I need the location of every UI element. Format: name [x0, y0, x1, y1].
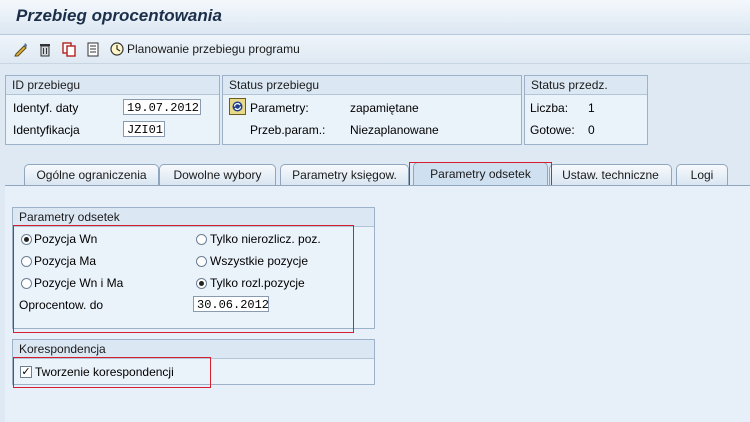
tab-technical-settings[interactable]: Ustaw. techniczne: [549, 164, 672, 185]
trash-icon[interactable]: [37, 41, 53, 57]
date-label: Identyf. daty: [13, 101, 79, 115]
tab-free-selections[interactable]: Dowolne wybory: [159, 164, 276, 185]
title-bar: Przebieg oprocentowania: [0, 0, 750, 35]
parameters-value: zapamiętane: [350, 101, 419, 115]
page-title: Przebieg oprocentowania: [16, 6, 222, 25]
run-param-label: Przeb.param.:: [250, 123, 326, 137]
list-icon[interactable]: [85, 41, 101, 57]
ready-label: Gotowe:: [530, 123, 575, 137]
identification-field[interactable]: JZI01: [123, 121, 165, 137]
date-field[interactable]: 19.07.2012: [123, 99, 201, 115]
ready-value: 0: [588, 123, 595, 137]
tab-logs[interactable]: Logi: [676, 164, 728, 185]
tab-strip: Ogólne ograniczenia Dowolne wybory Param…: [0, 160, 750, 185]
tab-general-restrictions[interactable]: Ogólne ograniczenia: [24, 164, 159, 185]
interval-status-panel: Status przedz. Liczba: 1 Gotowe: 0: [524, 75, 648, 145]
count-label: Liczba:: [530, 101, 569, 115]
clock-icon[interactable]: [109, 41, 125, 57]
run-id-header: ID przebiegu: [6, 76, 219, 95]
run-status-header: Status przebiegu: [223, 76, 521, 95]
application-toolbar: Planowanie przebiegu programu: [0, 35, 750, 64]
run-id-panel: ID przebiegu Identyf. daty 19.07.2012 Id…: [5, 75, 220, 145]
run-status-panel: Status przebiegu Parametry: zapamiętane …: [222, 75, 522, 145]
tab-posting-parameters[interactable]: Parametry księgow.: [280, 164, 409, 185]
pencil-icon[interactable]: [13, 41, 29, 57]
interest-options-highlight: [13, 225, 354, 333]
parameters-label: Parametry:: [250, 101, 309, 115]
correspondence-highlight: [13, 357, 211, 388]
identification-label: Identyfikacja: [13, 123, 80, 137]
interval-status-header: Status przedz.: [525, 76, 647, 95]
schedule-program-button[interactable]: Planowanie przebiegu programu: [127, 42, 300, 56]
copy-icon[interactable]: [61, 41, 77, 57]
refresh-icon[interactable]: [229, 98, 246, 115]
count-value: 1: [588, 101, 595, 115]
run-param-value: Niezaplanowane: [350, 123, 439, 137]
